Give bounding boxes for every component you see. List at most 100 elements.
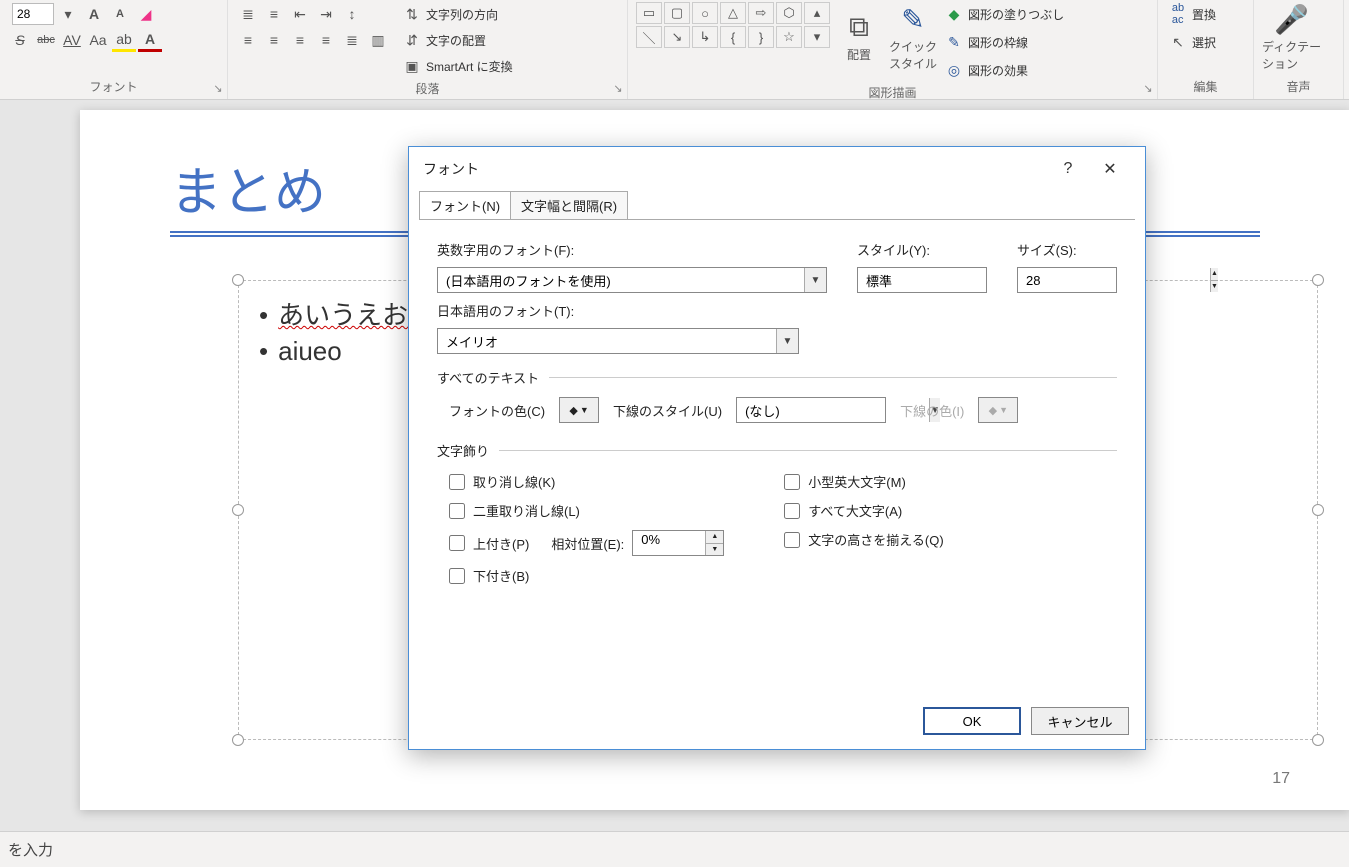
shape-effects-label[interactable]: 図形の効果 [968, 62, 1028, 79]
shape-gallery[interactable]: ▭ ▢ ○ △ ⇨ ⬡ ▴ ＼ ↘ ↳ { } ☆ ▾ [636, 2, 830, 48]
equalize-checkbox[interactable]: 文字の高さを揃える(Q) [784, 530, 943, 549]
justify-icon[interactable]: ≡ [314, 28, 338, 52]
asian-font-input[interactable] [438, 329, 776, 353]
quickstyle-button[interactable]: ✎クイック スタイル [888, 2, 938, 72]
shape-more-down[interactable]: ▾ [804, 26, 830, 48]
size-input[interactable] [1018, 268, 1210, 292]
font-launcher-icon[interactable]: ↘ [211, 81, 225, 95]
shape-elbow[interactable]: ↳ [692, 26, 718, 48]
underline-style-combo[interactable]: ▼ [736, 397, 886, 423]
cancel-button[interactable]: キャンセル [1031, 707, 1129, 735]
style-combo[interactable]: ▼ [857, 267, 987, 293]
shape-fill-icon[interactable]: ◆ [942, 2, 966, 26]
dropdown-icon[interactable]: ▾ [56, 2, 80, 26]
strike-abc-icon[interactable]: abc [34, 28, 58, 52]
strike-checkbox[interactable]: 取り消し線(K) [449, 472, 724, 491]
text-align-icon[interactable]: ⇵ [400, 28, 424, 52]
font-size-input[interactable] [12, 3, 54, 25]
size-spinner[interactable]: ▲▼ [1017, 267, 1117, 293]
dictation-button[interactable]: 🎤ディクテー ション [1262, 2, 1321, 72]
shape-more-up[interactable]: ▴ [804, 2, 830, 24]
shape-effects-icon[interactable]: ◎ [942, 58, 966, 82]
smartart-label[interactable]: SmartArt に変換 [426, 58, 513, 75]
handle-bl[interactable] [232, 734, 244, 746]
group-voice: 🎤ディクテー ション 音声 [1254, 0, 1344, 99]
shape-rbrace[interactable]: } [748, 26, 774, 48]
dec-indent-icon[interactable]: ⇤ [288, 2, 312, 26]
help-icon[interactable]: ? [1047, 153, 1089, 185]
line-spacing-icon[interactable]: ↕ [340, 2, 364, 26]
smartart-icon[interactable]: ▣ [400, 54, 424, 78]
replace-label[interactable]: 置換 [1192, 6, 1216, 23]
offset-input[interactable] [633, 531, 705, 547]
tab-font[interactable]: フォント(N) [419, 191, 511, 219]
text-align-label[interactable]: 文字の配置 [426, 32, 486, 49]
offset-spinner[interactable]: ▲▼ [632, 530, 724, 556]
latin-font-combo[interactable]: ▼ [437, 267, 827, 293]
align-right-icon[interactable]: ≡ [288, 28, 312, 52]
style-label: スタイル(Y): [857, 240, 987, 259]
bullets-icon[interactable]: ≣ [236, 2, 260, 26]
text-direction-icon[interactable]: ⇅ [400, 2, 424, 26]
asian-font-combo[interactable]: ▼ [437, 328, 799, 354]
latin-font-input[interactable] [438, 268, 804, 292]
chevron-down-icon[interactable]: ▼ [804, 268, 826, 292]
handle-ml[interactable] [232, 504, 244, 516]
shape-arrow[interactable]: ⇨ [748, 2, 774, 24]
shape-outline-label[interactable]: 図形の枠線 [968, 34, 1028, 51]
underline-color-label: 下線の色(I) [900, 401, 964, 420]
shape-fill-label[interactable]: 図形の塗りつぶし [968, 6, 1064, 23]
tab-spacing[interactable]: 文字幅と間隔(R) [510, 191, 628, 219]
clear-format-icon[interactable]: ◢ [134, 2, 158, 26]
double-strike-checkbox[interactable]: 二重取り消し線(L) [449, 501, 724, 520]
chevron-down-icon[interactable]: ▼ [776, 329, 798, 353]
shape-oval[interactable]: ○ [692, 2, 718, 24]
align-left-icon[interactable]: ≡ [236, 28, 260, 52]
ok-button[interactable]: OK [923, 707, 1021, 735]
font-dialog: フォント ? ✕ フォント(N) 文字幅と間隔(R) 英数字用のフォント(F):… [408, 146, 1146, 750]
distributed-icon[interactable]: ≣ [340, 28, 364, 52]
handle-br[interactable] [1312, 734, 1324, 746]
text-direction-label[interactable]: 文字列の方向 [426, 6, 498, 23]
highlight-icon[interactable]: ab [112, 28, 136, 52]
strikethrough-icon[interactable]: S [8, 28, 32, 52]
offset-spin-buttons[interactable]: ▲▼ [705, 531, 723, 555]
shape-arrowln[interactable]: ↘ [664, 26, 690, 48]
smallcaps-checkbox[interactable]: 小型英大文字(M) [784, 472, 943, 491]
replace-icon[interactable]: abac [1166, 2, 1190, 26]
shape-line[interactable]: ＼ [636, 26, 662, 48]
select-icon[interactable]: ↖ [1166, 30, 1190, 54]
shape-rrect[interactable]: ▢ [664, 2, 690, 24]
allcaps-checkbox[interactable]: すべて大文字(A) [784, 501, 943, 520]
fontcolor-button[interactable]: ◆▼ [559, 397, 599, 423]
handle-tl[interactable] [232, 274, 244, 286]
handle-tr[interactable] [1312, 274, 1324, 286]
drawing-launcher-icon[interactable]: ↘ [1141, 81, 1155, 95]
shape-lbrace[interactable]: { [720, 26, 746, 48]
ribbon: ▾ A A ◢ S abc AV Aa ab A フォント ↘ [0, 0, 1349, 100]
numbering-icon[interactable]: ≡ [262, 2, 286, 26]
inc-indent-icon[interactable]: ⇥ [314, 2, 338, 26]
shape-tri[interactable]: △ [720, 2, 746, 24]
font-color-icon[interactable]: A [138, 28, 162, 52]
shape-outline-icon[interactable]: ✎ [942, 30, 966, 54]
char-spacing-icon[interactable]: AV [60, 28, 84, 52]
subscript-checkbox[interactable]: 下付き(B) [449, 566, 724, 585]
select-label[interactable]: 選択 [1192, 34, 1216, 51]
arrange-button[interactable]: ⧉配置 [834, 2, 884, 72]
shape-rect[interactable]: ▭ [636, 2, 662, 24]
size-spin-buttons[interactable]: ▲▼ [1210, 268, 1218, 292]
align-center-icon[interactable]: ≡ [262, 28, 286, 52]
shape-star[interactable]: ☆ [776, 26, 802, 48]
close-icon[interactable]: ✕ [1089, 153, 1131, 185]
superscript-checkbox[interactable] [449, 535, 465, 551]
paragraph-launcher-icon[interactable]: ↘ [611, 81, 625, 95]
increase-font-icon[interactable]: A [82, 2, 106, 26]
decrease-font-icon[interactable]: A [108, 2, 132, 26]
handle-mr[interactable] [1312, 504, 1324, 516]
changecase-icon[interactable]: Aa [86, 28, 110, 52]
dialog-titlebar[interactable]: フォント ? ✕ [409, 147, 1145, 191]
superscript-label: 上付き(P) [473, 534, 529, 553]
columns-icon[interactable]: ▥ [366, 28, 390, 52]
shape-hex[interactable]: ⬡ [776, 2, 802, 24]
